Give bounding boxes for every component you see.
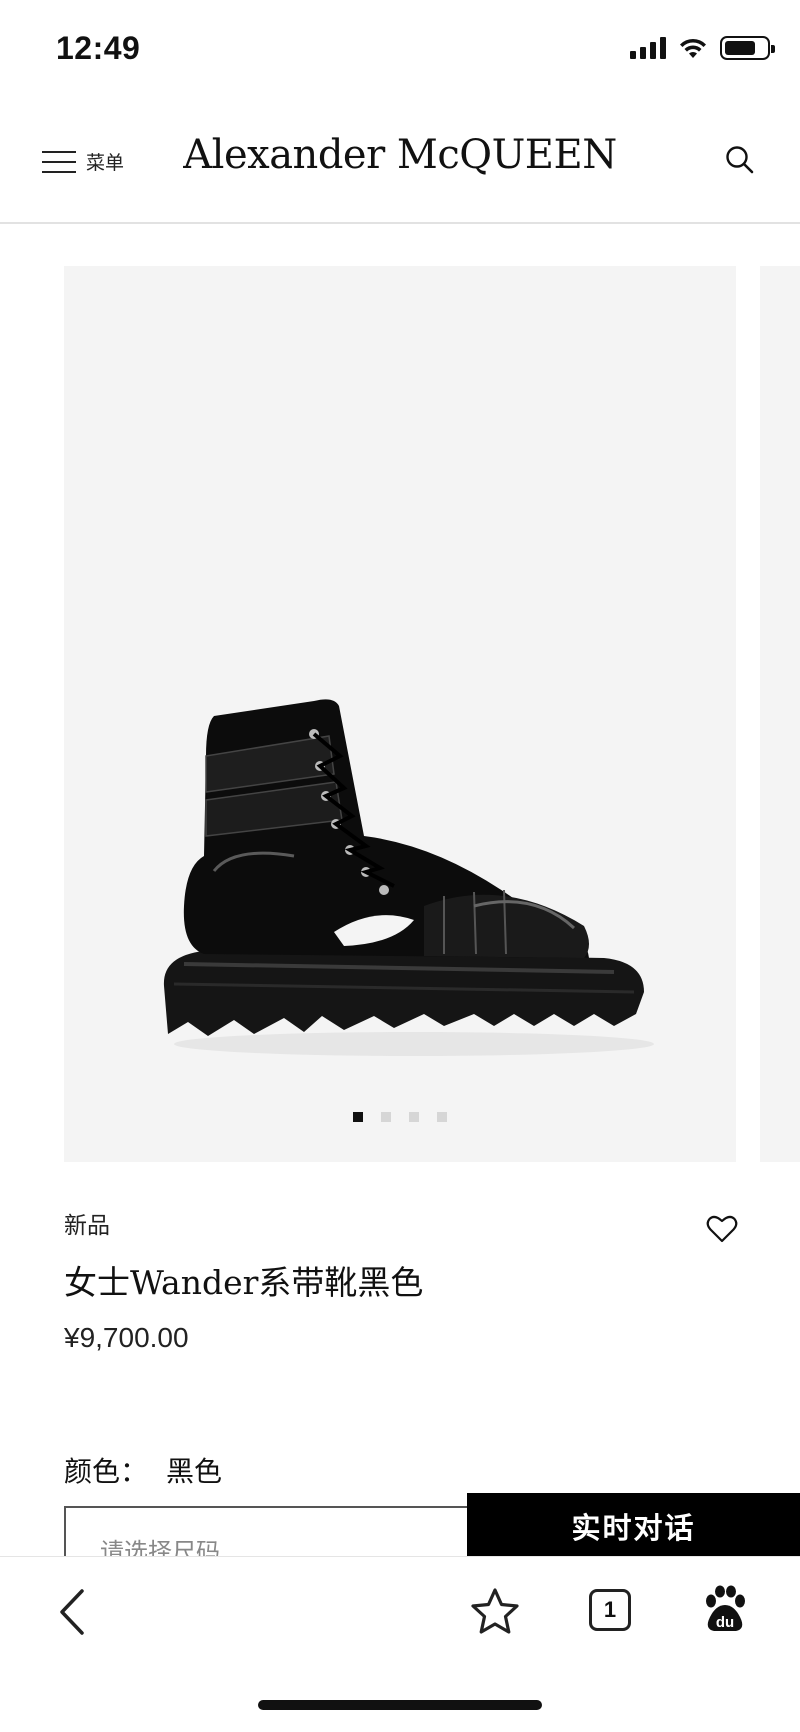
pagination-dot[interactable] xyxy=(437,1112,447,1122)
tabs-icon[interactable]: 1 xyxy=(589,1589,631,1631)
heart-icon[interactable] xyxy=(706,1214,738,1244)
svg-text:du: du xyxy=(716,1614,734,1631)
baidu-paw-icon[interactable]: du xyxy=(702,1585,748,1633)
status-icons xyxy=(630,36,775,60)
product-title: 女士Wander系带靴黑色 xyxy=(64,1263,424,1302)
next-slide-peek[interactable] xyxy=(760,266,800,1162)
product-gallery[interactable] xyxy=(0,224,800,1184)
brand-logo[interactable]: Alexander McQUEEN xyxy=(0,132,800,178)
live-chat-button[interactable]: 实时对话 xyxy=(467,1493,800,1559)
battery-icon xyxy=(720,36,775,60)
search-icon[interactable] xyxy=(724,144,756,176)
new-badge: 新品 xyxy=(64,1213,110,1239)
tab-count: 1 xyxy=(603,1597,617,1622)
status-bar: 12:49 xyxy=(0,0,800,100)
wifi-icon xyxy=(680,38,706,58)
pagination-dot[interactable] xyxy=(381,1112,391,1122)
pagination-dot-active[interactable] xyxy=(353,1112,363,1122)
product-price: ¥9,700.00 xyxy=(64,1322,189,1353)
cellular-signal-icon xyxy=(630,37,666,59)
pagination-dot[interactable] xyxy=(409,1112,419,1122)
back-icon[interactable] xyxy=(54,1587,90,1637)
color-row: 颜色： 黑色 xyxy=(64,1450,222,1490)
color-value: 黑色 xyxy=(166,1455,223,1488)
home-indicator[interactable] xyxy=(258,1700,542,1710)
gallery-pagination xyxy=(64,1112,736,1122)
site-header: 菜单 Alexander McQUEEN xyxy=(0,100,800,224)
status-time: 12:49 xyxy=(56,30,141,66)
color-label: 颜色： xyxy=(64,1455,149,1488)
product-image-slide[interactable] xyxy=(64,266,736,1162)
product-image-boot xyxy=(163,699,654,1056)
star-icon[interactable] xyxy=(470,1587,520,1637)
